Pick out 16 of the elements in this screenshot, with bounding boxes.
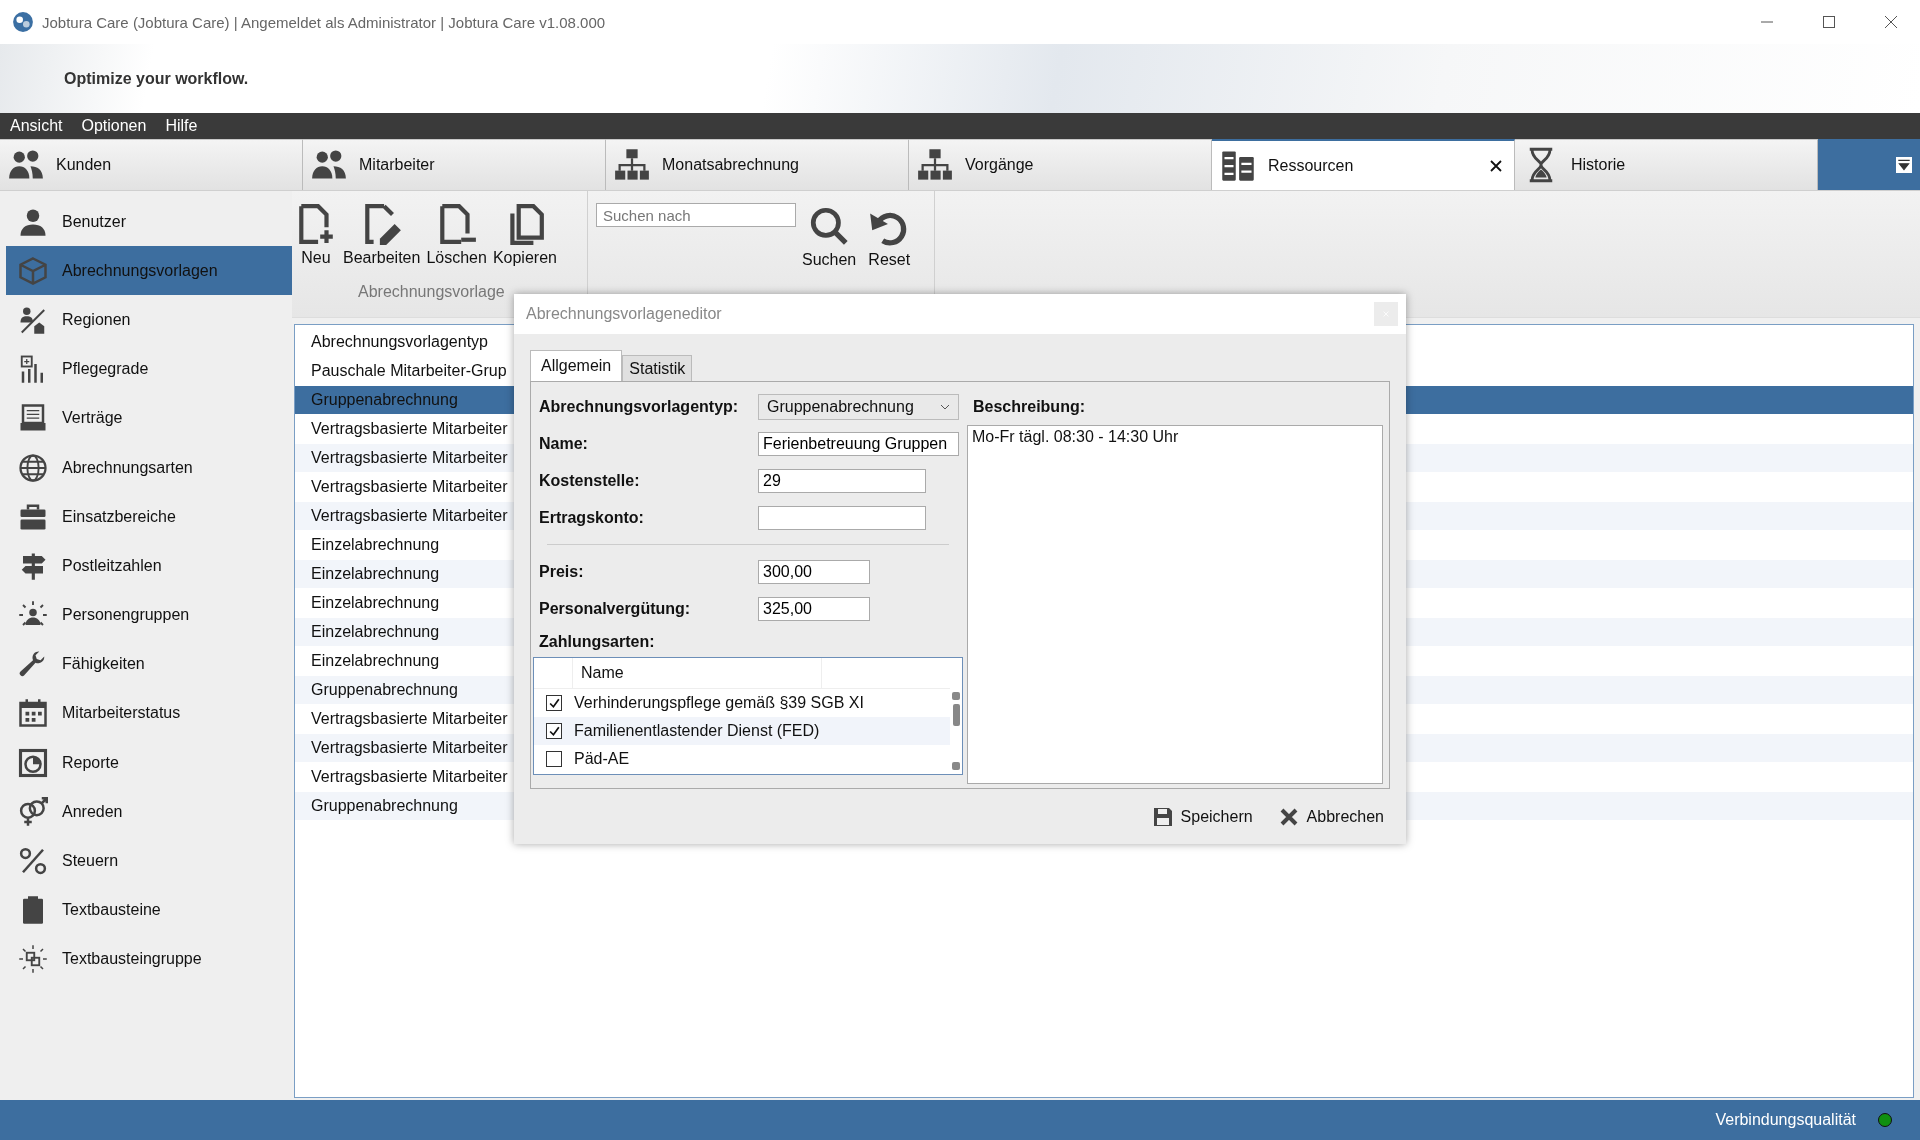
window-title: Jobtura Care (Jobtura Care) | Angemeldet als Administrator | Jobtura Care v1.08.000 bbox=[42, 13, 606, 31]
field-label: Beschreibung: bbox=[972, 396, 1086, 417]
field-label: Abrechnungsvorlagentyp: bbox=[539, 397, 740, 416]
field-label: Zahlungsarten: bbox=[539, 633, 656, 651]
field-label: Personalvergütung: bbox=[539, 599, 692, 618]
table-cell: Päd-AE bbox=[574, 750, 630, 768]
field-label: Kostenstelle: bbox=[539, 471, 641, 490]
field-label: Preis: bbox=[539, 562, 585, 581]
dialog-title: Abrechnungsvorlageneditor bbox=[526, 305, 722, 323]
ribbon-group-label: Abrechnungsvorlage bbox=[357, 283, 506, 301]
table-cell: Verhinderungspflege gemäß §39 SGB XI bbox=[574, 694, 864, 712]
field-label: Ertragskonto: bbox=[539, 508, 645, 527]
slogan: Optimize your workflow. bbox=[64, 69, 249, 88]
field-label: Name: bbox=[539, 434, 589, 453]
status-label: Verbindungsqualität bbox=[1715, 1111, 1856, 1129]
table-cell: Familienentlastender Dienst (FED) bbox=[574, 722, 820, 740]
